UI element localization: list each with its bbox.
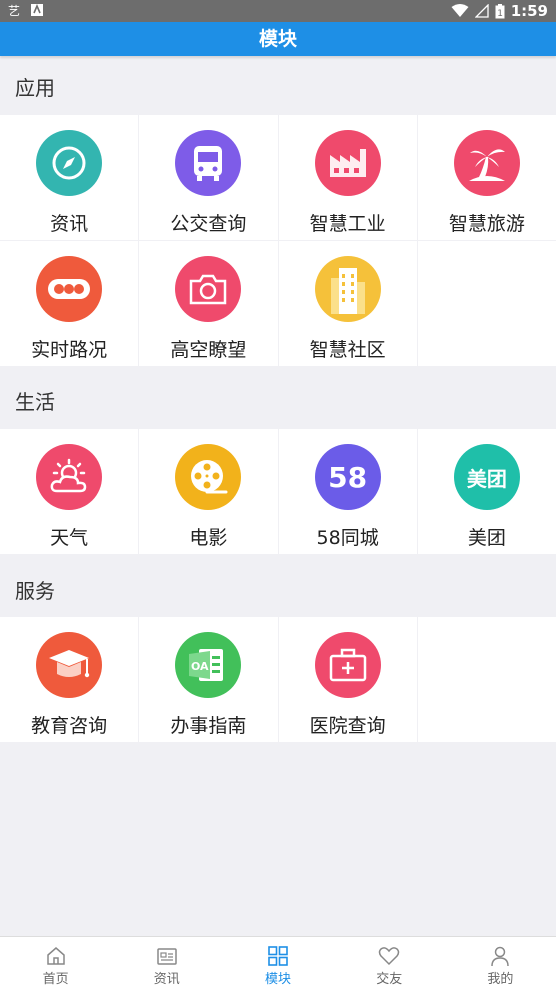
module-education[interactable]: 教育咨询 (0, 617, 139, 742)
nav-modules[interactable]: 模块 (222, 937, 333, 989)
meituan-icon: 美团 (453, 444, 520, 510)
module-movie[interactable]: 电影 (139, 429, 278, 554)
module-hospital-query[interactable]: 医院查询 (278, 617, 417, 742)
status-bar: 艺 1 1:59 (0, 0, 556, 22)
module-realtime-traffic[interactable]: 实时路况 (0, 241, 139, 366)
module-smart-tourism[interactable]: 智慧旅游 (417, 115, 556, 240)
traffic-icon (36, 256, 103, 322)
module-label: 智慧工业 (309, 213, 386, 235)
compass-icon (36, 130, 103, 196)
apps-grid: 资讯 公交查询 智慧工业 智慧旅游 实时路况 高空瞭望 智慧社区 (0, 115, 556, 366)
clock: 1:59 (510, 2, 548, 20)
oa-document-icon: OA (175, 632, 242, 698)
section-title-services: 服务 (15, 579, 55, 603)
medical-kit-icon (314, 632, 381, 698)
user-icon (491, 946, 510, 967)
module-label: 58同城 (316, 527, 379, 549)
battery-icon: 1 (495, 3, 505, 19)
grid-icon (268, 946, 288, 966)
bus-icon (175, 130, 242, 196)
building-icon (314, 256, 381, 322)
module-label: 电影 (189, 527, 228, 549)
signal-icon (474, 4, 489, 18)
film-reel-icon (175, 444, 242, 510)
news-icon (157, 948, 177, 965)
svg-text:1: 1 (497, 9, 503, 19)
nav-label: 首页 (42, 972, 69, 987)
app-notification-icon: 艺 (8, 4, 20, 17)
module-smart-community[interactable]: 智慧社区 (278, 241, 417, 366)
module-label: 教育咨询 (31, 715, 108, 737)
module-news[interactable]: 资讯 (0, 115, 139, 240)
module-58-tongcheng[interactable]: 58 58同城 (278, 429, 417, 554)
services-grid: 教育咨询 OA 办事指南 医院查询 (0, 617, 556, 742)
home-icon (46, 947, 65, 965)
module-label: 天气 (50, 527, 89, 549)
graduation-cap-icon (36, 632, 103, 698)
module-bus-query[interactable]: 公交查询 (139, 115, 278, 240)
module-label: 高空瞭望 (170, 339, 247, 361)
module-meituan[interactable]: 美团 美团 (417, 429, 556, 554)
58-icon: 58 (314, 444, 381, 510)
empty-cell (417, 617, 556, 742)
weather-icon (36, 444, 103, 510)
life-grid: 天气 电影 58 58同城 美团 美团 (0, 429, 556, 554)
heart-icon (378, 947, 400, 966)
svg-text:艺: 艺 (8, 4, 20, 17)
wifi-icon (451, 4, 469, 17)
download-notification-icon (31, 3, 43, 16)
nav-label: 交友 (376, 972, 403, 987)
nav-news[interactable]: 资讯 (111, 937, 222, 989)
nav-friends[interactable]: 交友 (334, 937, 445, 989)
nav-label: 模块 (265, 972, 292, 987)
module-label: 办事指南 (170, 715, 247, 737)
section-title-life: 生活 (15, 390, 55, 414)
module-label: 智慧旅游 (448, 213, 525, 235)
bottom-nav: 首页 资讯 模块 交友 我的 (0, 936, 556, 989)
nav-home[interactable]: 首页 (0, 937, 111, 989)
section-title-apps: 应用 (15, 76, 55, 100)
factory-icon (314, 130, 381, 196)
module-label: 实时路况 (31, 339, 108, 361)
module-label: 美团 (467, 527, 506, 549)
module-label: 资讯 (50, 213, 89, 235)
palm-tree-icon (453, 130, 520, 196)
module-label: 医院查询 (309, 715, 386, 737)
module-aerial-lookout[interactable]: 高空瞭望 (139, 241, 278, 366)
nav-label: 资讯 (153, 972, 180, 987)
module-smart-industry[interactable]: 智慧工业 (278, 115, 417, 240)
module-label: 公交查询 (170, 213, 247, 235)
nav-label: 我的 (487, 972, 514, 987)
module-service-guide[interactable]: OA 办事指南 (139, 617, 278, 742)
svg-text:OA: OA (191, 660, 209, 673)
page-title: 模块 (0, 22, 556, 56)
empty-cell (417, 241, 556, 366)
camera-icon (175, 256, 242, 322)
nav-profile[interactable]: 我的 (445, 937, 556, 989)
module-weather[interactable]: 天气 (0, 429, 139, 554)
module-label: 智慧社区 (309, 339, 386, 361)
